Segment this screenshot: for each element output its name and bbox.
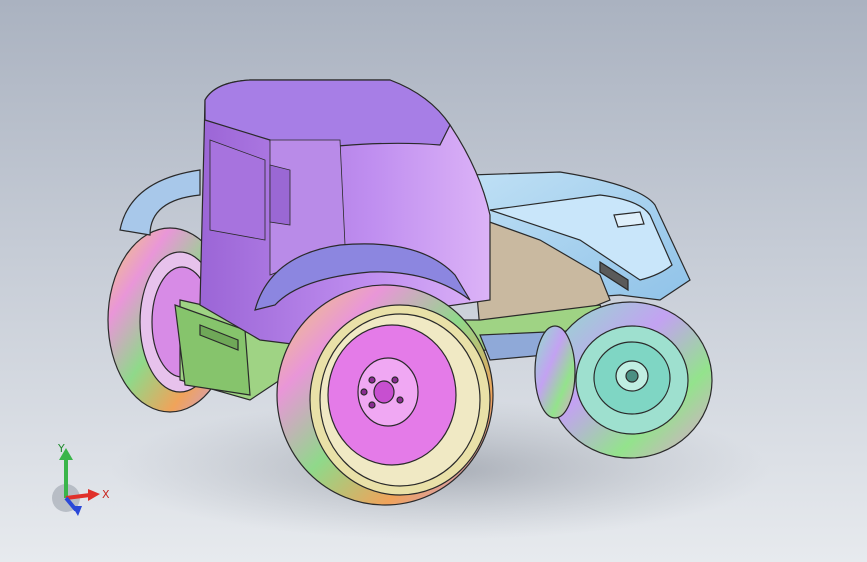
triad-x-arrow bbox=[88, 489, 100, 501]
triad-z-arrow bbox=[72, 506, 82, 516]
front-left-wheel[interactable] bbox=[534, 325, 576, 419]
triad-x-label: X bbox=[102, 488, 110, 501]
rear-right-wheel[interactable] bbox=[276, 284, 494, 506]
triad-y-label: Y bbox=[57, 442, 65, 455]
graphics-viewport[interactable] bbox=[0, 0, 867, 562]
left-fender bbox=[119, 169, 201, 236]
axis-triad: Y X bbox=[52, 442, 110, 516]
